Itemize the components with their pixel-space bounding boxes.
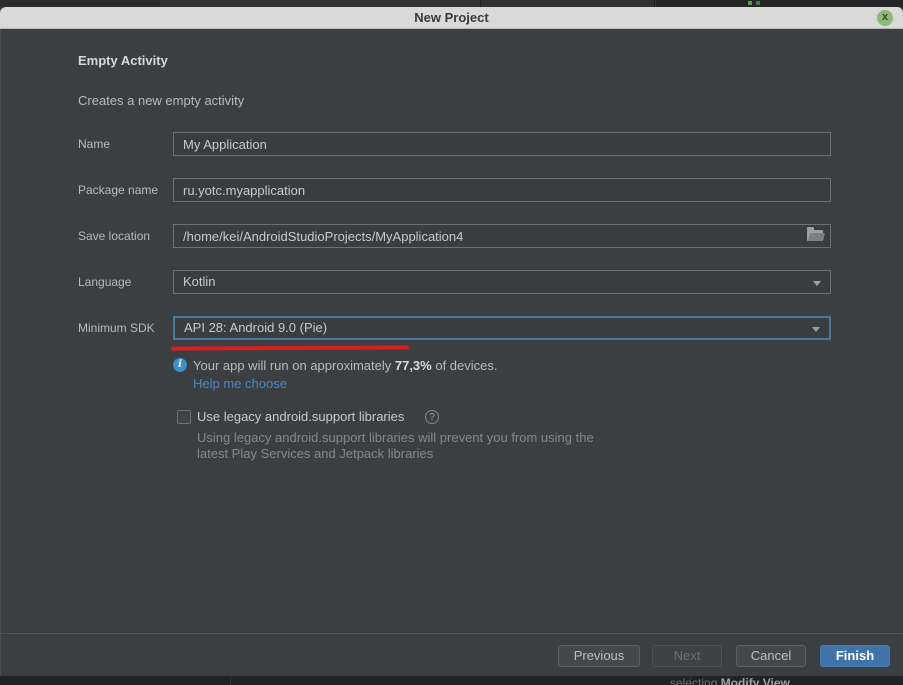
background-top-strip (0, 0, 903, 7)
name-input[interactable] (173, 132, 831, 156)
sdk-coverage-percent: 77,3% (395, 358, 432, 373)
legacy-libraries-label: Use legacy android.support libraries (197, 409, 404, 425)
package-name-label: Package name (78, 178, 158, 202)
minimum-sdk-label: Minimum SDK (78, 316, 155, 340)
legacy-libraries-checkbox[interactable] (177, 410, 191, 424)
info-icon: i (173, 358, 187, 372)
language-select[interactable]: Kotlin (173, 270, 831, 294)
background-bottom-strip: selecting Modify View (0, 676, 903, 685)
minimum-sdk-select-value: API 28: Android 9.0 (Pie) (184, 320, 327, 335)
form-row-save-location: Save location (1, 224, 903, 248)
help-me-choose-link[interactable]: Help me choose (193, 376, 287, 391)
background-panel (656, 0, 903, 7)
screen: New Project x Empty Activity Creates a n… (0, 0, 903, 685)
background-caption-normal: selecting (670, 676, 721, 685)
chevron-down-icon (813, 281, 821, 286)
footer-separator (1, 633, 903, 634)
help-icon[interactable]: ? (425, 410, 439, 424)
chevron-down-icon (812, 327, 820, 332)
language-select-value: Kotlin (183, 274, 216, 289)
save-location-label: Save location (78, 224, 150, 248)
language-label: Language (78, 270, 131, 294)
minimum-sdk-select[interactable]: API 28: Android 9.0 (Pie) (173, 316, 831, 340)
form-row-package: Package name (1, 178, 903, 202)
form-row-minimum-sdk: Minimum SDK API 28: Android 9.0 (Pie) (1, 316, 903, 340)
legacy-libraries-description-line1: Using legacy android.support libraries w… (197, 430, 594, 445)
cancel-button[interactable]: Cancel (736, 645, 806, 667)
page-title: Empty Activity (78, 53, 168, 68)
form-row-language: Language Kotlin (1, 270, 903, 294)
name-label: Name (78, 132, 110, 156)
form-row-name: Name (1, 132, 903, 156)
background-green-marker (748, 1, 752, 5)
background-panel (0, 0, 160, 7)
dialog-title: New Project (0, 7, 903, 29)
legacy-libraries-description-line2: latest Play Services and Jetpack librari… (197, 446, 433, 461)
background-caption-bold: Modify View (721, 676, 790, 685)
sdk-coverage-text-before: Your app will run on approximately (193, 358, 395, 373)
background-divider (230, 676, 231, 685)
finish-button[interactable]: Finish (820, 645, 890, 667)
sdk-coverage-text: Your app will run on approximately 77,3%… (193, 358, 498, 373)
sdk-coverage-text-after: of devices. (432, 358, 498, 373)
page-subtitle: Creates a new empty activity (78, 93, 244, 108)
close-icon[interactable]: x (877, 10, 893, 26)
red-underline-annotation (171, 345, 409, 350)
background-panel (480, 0, 655, 7)
folder-icon[interactable] (807, 230, 823, 241)
dialog-titlebar[interactable]: New Project x (0, 7, 903, 29)
previous-button[interactable]: Previous (558, 645, 640, 667)
save-location-input[interactable] (173, 224, 831, 248)
background-caption: selecting Modify View (670, 676, 790, 685)
background-green-marker (756, 1, 760, 5)
next-button: Next (652, 645, 722, 667)
new-project-dialog: Empty Activity Creates a new empty activ… (0, 29, 903, 676)
package-name-input[interactable] (173, 178, 831, 202)
